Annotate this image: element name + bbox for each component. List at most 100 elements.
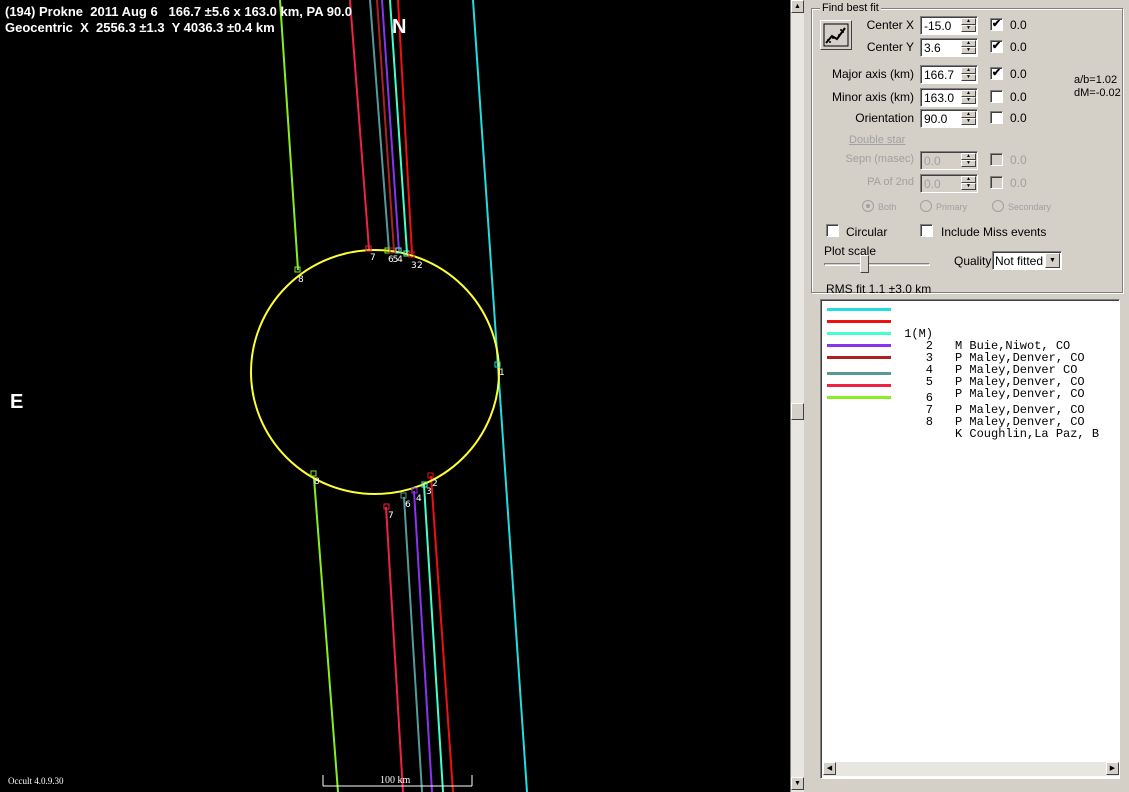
minor-axis-fit-value: 0.0 xyxy=(1010,90,1027,104)
observer-name: K Coughlin,La Paz, B xyxy=(955,427,1100,441)
sepn-spinbox[interactable]: 0.0 ▲ ▼ xyxy=(920,151,978,170)
plot-scale-track[interactable] xyxy=(824,263,930,266)
chord-label: 8 xyxy=(314,477,320,487)
sepn-fit-value: 0.0 xyxy=(1010,153,1027,167)
center-x-checkbox[interactable]: ✔ xyxy=(990,18,1003,31)
include-miss-checkbox[interactable] xyxy=(920,224,933,237)
spin-down-button[interactable]: ▼ xyxy=(961,97,976,104)
observer-list-hscrollbar[interactable]: ◀ ▶ xyxy=(823,762,1119,776)
observer-row[interactable]: 1(M) M Buie,Niwot, CO xyxy=(821,304,1119,352)
spin-down-button[interactable]: ▼ xyxy=(961,160,976,167)
chord-label: 7 xyxy=(370,253,376,263)
orientation-spinbox[interactable]: 90.0 ▲ ▼ xyxy=(920,109,978,128)
observer-row[interactable]: 4 P Maley,Denver, CO xyxy=(821,340,1119,388)
major-axis-spinbox[interactable]: 166.7 ▲ ▼ xyxy=(920,65,978,84)
rms-fit-label: RMS fit 1.1 ±3.0 km xyxy=(826,282,932,296)
pa-2nd-fit-value: 0.0 xyxy=(1010,176,1027,190)
scroll-left-button[interactable]: ◀ xyxy=(823,762,836,775)
pa-2nd-checkbox[interactable] xyxy=(990,176,1003,189)
spin-down-button[interactable]: ▼ xyxy=(961,47,976,54)
spin-up-button[interactable]: ▲ xyxy=(961,153,976,160)
delta-magnitude-label: dM=-0.02 xyxy=(1074,87,1121,99)
observer-color-swatch xyxy=(827,396,891,399)
scroll-right-button[interactable]: ▶ xyxy=(1106,762,1119,775)
center-y-value: 3.6 xyxy=(924,41,941,55)
chevron-down-icon[interactable]: ▼ xyxy=(1045,253,1060,268)
quality-select[interactable]: Not fitted ▼ xyxy=(992,251,1062,270)
observer-color-swatch xyxy=(827,384,891,387)
sepn-label: Sepn (masec) xyxy=(845,153,914,165)
spin-down-button[interactable]: ▼ xyxy=(961,183,976,190)
major-axis-fit-value: 0.0 xyxy=(1010,67,1027,81)
observer-color-swatch xyxy=(827,344,891,347)
plot-vertical-scrollbar[interactable]: ▲ ▼ xyxy=(790,0,804,792)
scroll-up-button[interactable]: ▲ xyxy=(791,0,804,13)
spin-down-button[interactable]: ▼ xyxy=(961,25,976,32)
orientation-label: Orientation xyxy=(855,111,914,125)
spin-up-button[interactable]: ▲ xyxy=(961,90,976,97)
pa-2nd-spinbox[interactable]: 0.0 ▲ ▼ xyxy=(920,174,978,193)
minor-axis-spinbox[interactable]: 163.0 ▲ ▼ xyxy=(920,88,978,107)
radio-both-label: Both xyxy=(878,202,897,212)
chord-label: 3 xyxy=(411,261,417,271)
find-best-fit-title: Find best fit xyxy=(820,2,881,14)
quality-label: Quality xyxy=(954,254,992,268)
circular-checkbox[interactable] xyxy=(826,224,839,237)
radio-secondary[interactable] xyxy=(992,200,1004,212)
chart-fit-icon xyxy=(823,23,849,47)
occultation-plot[interactable]: 8 7 6 5 4 3 2 1 8 2 3 4 6 7 (194) Prokne… xyxy=(0,0,790,792)
spin-up-button[interactable]: ▲ xyxy=(961,176,976,183)
observer-row[interactable]: 8 K Coughlin,La Paz, B xyxy=(821,392,1119,440)
spin-up-button[interactable]: ▲ xyxy=(961,18,976,25)
radio-secondary-label: Secondary xyxy=(1008,202,1052,212)
scroll-thumb[interactable] xyxy=(791,403,804,420)
center-y-checkbox[interactable]: ✔ xyxy=(990,40,1003,53)
chord-label: 3 xyxy=(426,487,432,497)
sepn-checkbox[interactable] xyxy=(990,153,1003,166)
center-x-spinbox[interactable]: -15.0 ▲ ▼ xyxy=(920,16,978,35)
spin-up-button[interactable]: ▲ xyxy=(961,40,976,47)
observer-color-swatch xyxy=(827,308,891,311)
scroll-down-button[interactable]: ▼ xyxy=(791,777,804,790)
observer-color-swatch xyxy=(827,332,891,335)
radio-both[interactable] xyxy=(862,200,874,212)
observer-color-swatch xyxy=(827,372,891,375)
event-marker xyxy=(310,470,317,477)
plot-title-line-2: Geocentric X 2556.3 ±1.3 Y 4036.3 ±0.4 k… xyxy=(5,20,275,35)
observer-row[interactable]: 2 P Maley,Denver, CO xyxy=(821,316,1119,364)
chord-8-line xyxy=(313,477,339,792)
observer-list[interactable]: 1(M) M Buie,Niwot, CO 2 P Maley,Denver, … xyxy=(820,299,1120,779)
chord-4-line xyxy=(413,490,433,792)
radio-primary[interactable] xyxy=(920,200,932,212)
find-best-fit-button[interactable] xyxy=(820,20,852,50)
major-axis-checkbox[interactable]: ✔ xyxy=(990,67,1003,80)
chord-label: 6 5 4 xyxy=(388,255,403,265)
quality-value: Not fitted xyxy=(995,254,1044,268)
major-axis-label: Major axis (km) xyxy=(831,67,914,81)
major-axis-value: 166.7 xyxy=(924,68,955,82)
chord-label: 7 xyxy=(388,511,394,521)
observer-row[interactable]: 3 P Maley,Denver CO xyxy=(821,328,1119,376)
asteroid-profile-ellipse xyxy=(250,249,500,495)
center-y-spinbox[interactable]: 3.6 ▲ ▼ xyxy=(920,38,978,57)
plot-title-line-1: (194) Prokne 2011 Aug 6 166.7 ±5.6 x 163… xyxy=(5,4,353,19)
observer-row[interactable]: 5 P Maley,Denver, CO xyxy=(821,352,1119,400)
orientation-checkbox[interactable] xyxy=(990,111,1003,124)
orientation-fit-value: 0.0 xyxy=(1010,111,1027,125)
chord-6-line xyxy=(403,496,423,792)
center-y-label: Center Y xyxy=(866,40,914,54)
spin-down-button[interactable]: ▼ xyxy=(961,74,976,81)
minor-axis-checkbox[interactable] xyxy=(990,90,1003,103)
pa-2nd-value: 0.0 xyxy=(924,177,941,191)
orientation-value: 90.0 xyxy=(924,112,948,126)
plot-scale-slider[interactable] xyxy=(860,255,869,273)
observer-row[interactable]: 7 P Maley,Denver, CO xyxy=(821,380,1119,428)
minor-axis-label: Minor axis (km) xyxy=(831,90,914,104)
version-label: Occult 4.0.9.30 xyxy=(8,776,64,786)
observer-row[interactable]: 6 P Maley,Denver, CO xyxy=(821,368,1119,416)
pa-2nd-label: PA of 2nd xyxy=(867,176,914,188)
spin-up-button[interactable]: ▲ xyxy=(961,111,976,118)
spin-up-button[interactable]: ▲ xyxy=(961,67,976,74)
spin-down-button[interactable]: ▼ xyxy=(961,118,976,125)
double-star-heading: Double star xyxy=(849,134,906,146)
